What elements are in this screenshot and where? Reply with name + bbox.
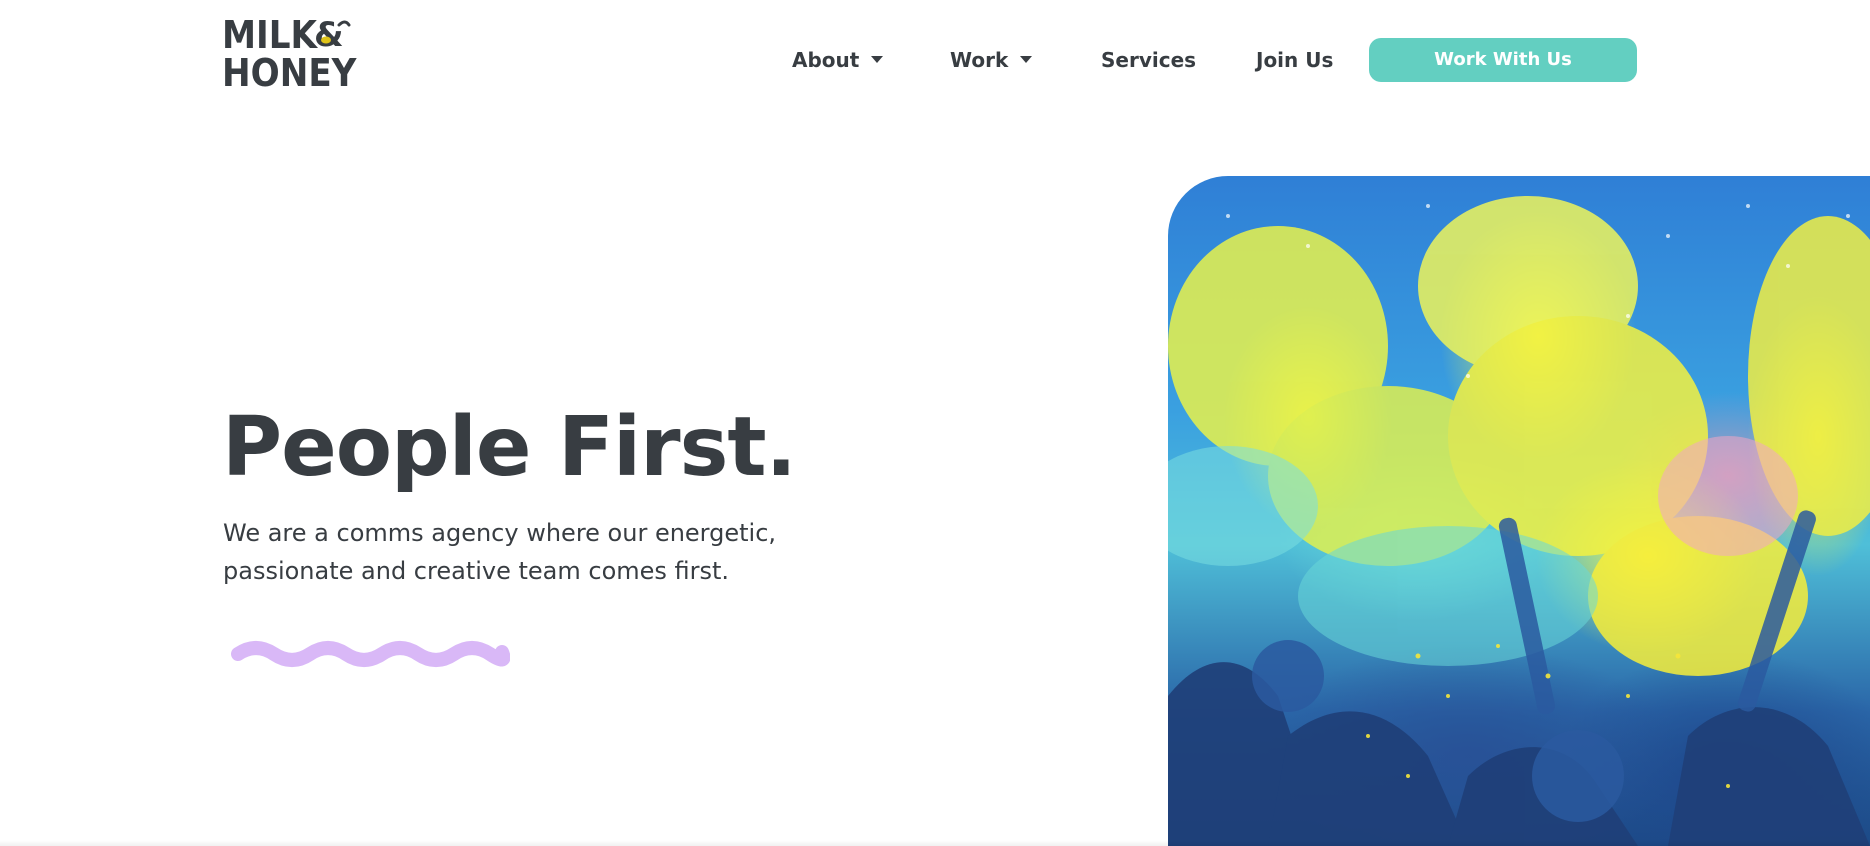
section-divider	[0, 840, 1870, 846]
site-header: MILK & HONEY About Work Services Join Us…	[0, 0, 1870, 120]
nav-item-work[interactable]: Work	[950, 48, 1033, 72]
wave-decoration-icon	[231, 641, 510, 667]
chevron-down-icon[interactable]	[1020, 56, 1033, 63]
nav-item-about[interactable]: About	[792, 48, 884, 72]
nav-item-join-us[interactable]: Join Us	[1256, 48, 1333, 72]
hero-subtitle: We are a comms agency where our energeti…	[223, 519, 777, 585]
logo-line-milk: MILK	[222, 13, 318, 57]
work-with-us-button[interactable]: Work With Us	[1369, 38, 1637, 82]
chevron-down-icon[interactable]	[871, 56, 884, 63]
nav-item-label: Work	[950, 48, 1009, 72]
svg-text:&: &	[314, 16, 344, 52]
logo-line-honey: HONEY	[222, 51, 357, 95]
nav-item-label: Services	[1101, 48, 1197, 72]
photo-illustration	[1168, 196, 1870, 846]
hero-photo-color-powder-crowd	[1168, 176, 1870, 846]
nav-item-label: About	[792, 48, 860, 72]
milk-and-honey-logo[interactable]: MILK & HONEY	[222, 13, 357, 95]
ampersand-bee-icon: &	[314, 16, 351, 52]
hero-title: People First.	[222, 400, 797, 495]
nav-item-services[interactable]: Services	[1101, 48, 1196, 72]
nav-item-label: Join Us	[1256, 48, 1334, 72]
